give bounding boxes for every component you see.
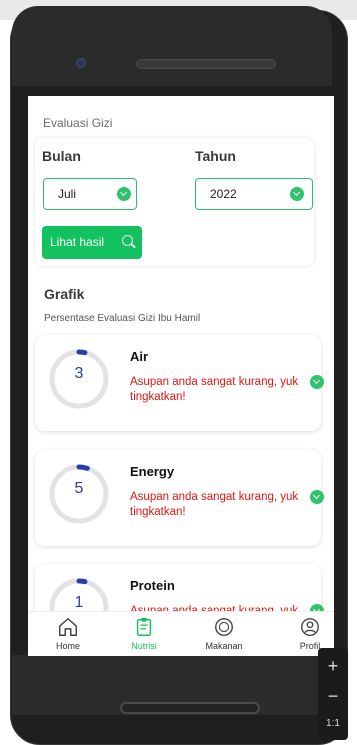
nav-item-nutrisi[interactable]: Nutrisi — [114, 616, 174, 651]
nutrient-value: 1 — [74, 594, 84, 611]
plate-icon — [215, 618, 233, 636]
year-select[interactable]: 2022 — [195, 178, 313, 210]
camera-icon — [76, 58, 86, 68]
chart-section-subtitle: Persentase Evaluasi Gizi Ibu Hamil — [44, 313, 201, 324]
view-results-button[interactable]: Lihat hasil — [42, 226, 142, 259]
nutrient-name: Protein — [130, 578, 175, 593]
nutrient-card-energy[interactable]: 5 Energy Asupan anda sangat kurang, yuk … — [35, 450, 324, 546]
nav-item-makanan[interactable]: Makanan — [194, 616, 254, 651]
chevron-down-icon — [290, 187, 304, 201]
nutrient-value: 5 — [74, 480, 84, 497]
year-label: Tahun — [195, 148, 236, 164]
app-screen: Evaluasi Gizi Bulan Tahun Juli 2022 Liha… — [28, 96, 334, 656]
chart-section-title: Grafik — [44, 286, 85, 302]
zoom-out-button[interactable]: − — [318, 686, 348, 707]
nav-item-home[interactable]: Home — [38, 616, 98, 651]
nav-item-profil[interactable]: Profil — [280, 616, 334, 651]
month-label: Bulan — [42, 148, 81, 164]
chevron-down-icon — [117, 187, 131, 201]
nav-label-home: Home — [55, 641, 80, 651]
month-select[interactable]: Juli — [43, 178, 137, 210]
zoom-reset-button[interactable]: 1:1 — [318, 718, 348, 729]
home-icon — [59, 618, 77, 636]
page-title: Evaluasi Gizi — [43, 116, 113, 130]
device-top-bezel — [12, 6, 332, 86]
nutrient-message: Asupan anda sangat kurang, yuk tingkatka… — [130, 491, 299, 518]
zoom-controls: + − 1:1 — [318, 648, 348, 740]
search-icon — [122, 235, 133, 246]
home-button[interactable] — [120, 702, 260, 714]
nav-label-makanan: Makanan — [205, 641, 243, 651]
nutrient-name: Energy — [130, 464, 175, 479]
nutrient-name: Air — [130, 349, 149, 364]
nutrient-card-air[interactable]: 3 Air Asupan anda sangat kurang, yuk tin… — [35, 335, 324, 431]
profile-icon — [301, 618, 319, 636]
speaker-grille — [136, 59, 276, 69]
zoom-in-button[interactable]: + — [318, 656, 348, 677]
month-select-value: Juli — [58, 187, 77, 201]
year-select-value: 2022 — [210, 187, 237, 201]
nutrient-message: Asupan anda sangat kurang, yuk tingkatka… — [130, 376, 299, 403]
view-results-label: Lihat hasil — [50, 235, 105, 249]
clipboard-icon — [136, 617, 152, 636]
chevron-down-icon[interactable] — [310, 490, 324, 504]
nutrient-value: 3 — [74, 365, 84, 382]
bottom-nav: Home Nutrisi Makanan Profil — [28, 611, 334, 656]
chevron-down-icon[interactable] — [310, 375, 324, 389]
nav-label-nutrisi: Nutrisi — [131, 641, 157, 651]
